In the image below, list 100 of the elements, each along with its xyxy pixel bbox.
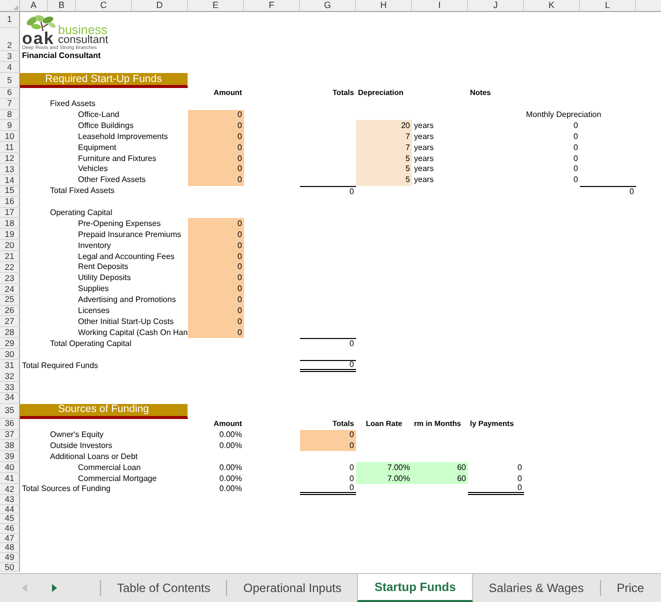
row-label: Inventory (78, 242, 111, 250)
total-cell: 0 (580, 186, 636, 197)
row-header[interactable]: 7 (0, 98, 20, 110)
sheet-tab[interactable]: Table of Contents (101, 574, 226, 602)
row-header[interactable]: 37 (0, 430, 20, 440)
cell-value: 0.00% (219, 474, 242, 482)
row-header[interactable]: 31 (0, 360, 20, 372)
row-header[interactable]: 48 (0, 543, 20, 553)
row-header[interactable]: 26 (0, 306, 20, 316)
row-header[interactable]: 20 (0, 240, 20, 252)
row-header[interactable]: 3 (0, 51, 20, 62)
section-banner: Sources of Funding (20, 404, 188, 419)
scroll-right-button[interactable] (50, 582, 59, 594)
row-header[interactable]: 23 (0, 272, 20, 284)
row-header[interactable]: 19 (0, 229, 20, 240)
row-header[interactable]: 40 (0, 462, 20, 474)
cell-value: 0 (350, 474, 354, 482)
row-header[interactable]: 6 (0, 88, 20, 99)
row-header[interactable]: 29 (0, 338, 20, 350)
input-cell: 5 (356, 174, 412, 186)
row-header[interactable]: 30 (0, 349, 20, 360)
input-cell: 5 (356, 164, 412, 175)
row-header[interactable]: 13 (0, 164, 20, 175)
row-header[interactable]: 18 (0, 218, 20, 230)
row-header[interactable]: 22 (0, 262, 20, 273)
column-header[interactable]: D (132, 0, 188, 11)
input-cell: 0 (188, 142, 244, 154)
unit-label: years (414, 154, 434, 163)
row-header[interactable]: 46 (0, 524, 20, 534)
input-cell: 0 (188, 164, 244, 175)
row-header[interactable]: 50 (0, 562, 20, 572)
cell-value: 0 (574, 176, 578, 184)
row-header[interactable]: 16 (0, 196, 20, 208)
row-header[interactable]: 11 (0, 142, 20, 154)
sheet-tab[interactable]: Price (600, 574, 660, 602)
sheet-tab[interactable]: Operational Inputs (227, 574, 358, 602)
row-header[interactable]: 33 (0, 382, 20, 393)
row-label: Legal and Accounting Fees (78, 252, 175, 261)
row-header[interactable]: 2 (0, 28, 20, 51)
input-cell: 60 (412, 473, 468, 484)
row-header[interactable]: 36 (0, 418, 20, 430)
input-cell: 0 (188, 294, 244, 306)
column-header[interactable]: K (524, 0, 580, 11)
row-header[interactable]: 28 (0, 327, 20, 338)
row-header[interactable]: 12 (0, 153, 20, 164)
logo-text: business (58, 25, 108, 35)
input-cell: 0 (300, 440, 356, 452)
row-header[interactable]: 21 (0, 251, 20, 262)
cell-value: 0 (574, 132, 578, 141)
cell-value: 0.00% (219, 464, 242, 472)
sheet-tab[interactable]: Startup Funds (357, 574, 473, 602)
column-header[interactable]: G (300, 0, 356, 11)
row-label: Total Sources of Funding (22, 485, 110, 494)
column-header[interactable]: H (356, 0, 412, 11)
row-header[interactable]: 42 (0, 484, 20, 495)
row-label: Advertising and Promotions (78, 296, 176, 304)
input-cell: 7.00% (356, 473, 412, 484)
column-header[interactable]: I (412, 0, 468, 11)
column-header[interactable]: E (188, 0, 244, 11)
row-label: Owner's Equity (50, 430, 104, 439)
row-header[interactable]: 43 (0, 494, 20, 505)
row-header[interactable]: 27 (0, 316, 20, 328)
row-header[interactable]: 35 (0, 404, 20, 419)
row-header[interactable]: 39 (0, 451, 20, 462)
row-header[interactable]: 34 (0, 392, 20, 404)
row-header[interactable]: 1 (0, 12, 20, 28)
column-header[interactable]: J (468, 0, 524, 11)
unit-label: years (414, 122, 434, 130)
row-header[interactable]: 24 (0, 284, 20, 295)
row-header[interactable]: 32 (0, 370, 20, 382)
row-label: Working Capital (Cash On Han (78, 328, 188, 337)
corner-triangle-icon (13, 5, 18, 10)
row-header[interactable]: 10 (0, 131, 20, 142)
row-header[interactable]: 9 (0, 120, 20, 132)
column-header[interactable]: L (580, 0, 636, 11)
row-header[interactable]: 45 (0, 514, 20, 524)
input-cell: 0 (188, 174, 244, 186)
row-header[interactable]: 38 (0, 440, 20, 452)
column-header[interactable]: A (20, 0, 48, 11)
row-header[interactable]: 17 (0, 208, 20, 218)
row-label: Vehicles (78, 165, 108, 174)
row-header[interactable]: 15 (0, 186, 20, 197)
row-header[interactable]: 49 (0, 552, 20, 563)
column-header[interactable]: C (76, 0, 132, 11)
row-header[interactable]: 25 (0, 294, 20, 306)
input-cell: 0 (188, 218, 244, 230)
column-header[interactable]: B (48, 0, 76, 11)
input-cell: 0 (188, 229, 244, 240)
sheet-tab[interactable]: Salaries & Wages (472, 574, 600, 602)
row-header[interactable]: 4 (0, 62, 20, 73)
row-header[interactable]: 8 (0, 110, 20, 120)
row-header[interactable]: 41 (0, 473, 20, 484)
unit-label: years (414, 144, 434, 152)
logo-text: consultant (58, 35, 108, 45)
row-header[interactable]: 5 (0, 72, 20, 88)
row-header[interactable]: 47 (0, 534, 20, 544)
row-header[interactable]: 44 (0, 504, 20, 514)
column-header[interactable]: F (244, 0, 300, 11)
row-header[interactable]: 14 (0, 174, 20, 186)
input-cell: 60 (412, 462, 468, 474)
